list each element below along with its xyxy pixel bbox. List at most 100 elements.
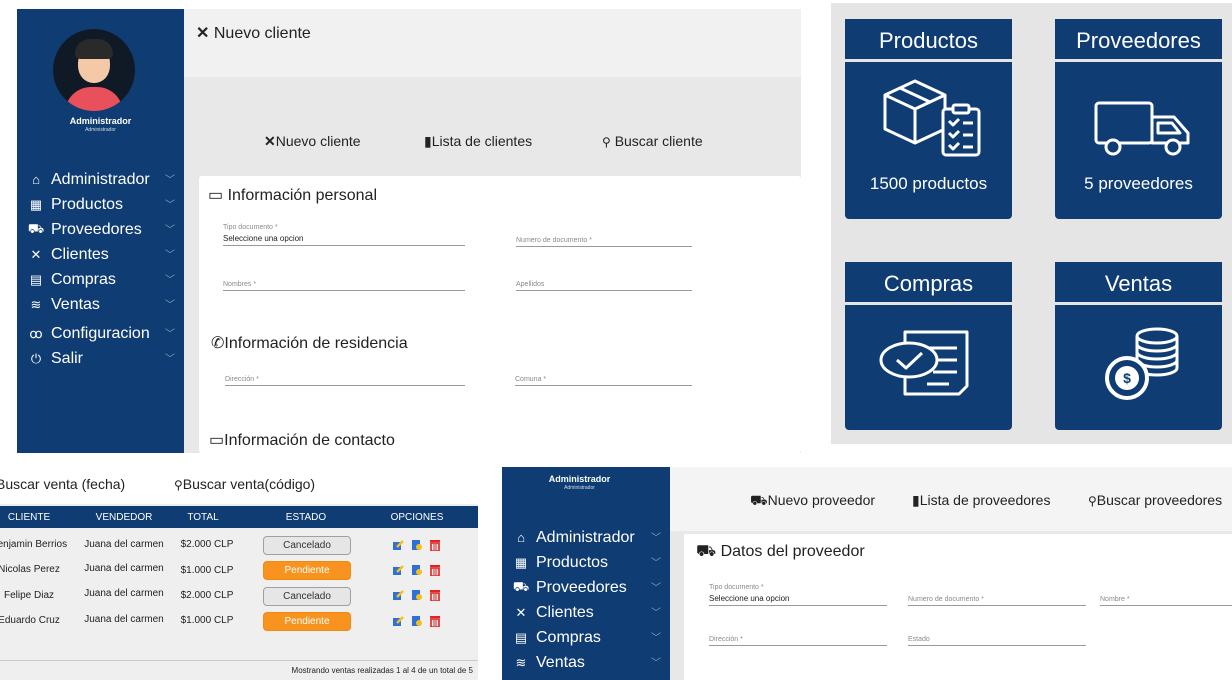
page-header: ⛟Nuevo proveedor ▮Lista de proveedores ⚲… (670, 467, 1232, 531)
view-icon[interactable] (411, 589, 423, 601)
sidebar-item-clientes[interactable]: ✕ Clientes ﹀ (502, 600, 670, 625)
client-tabs: ✕Nuevo cliente ▮Lista de clientes ⚲ Busc… (184, 133, 801, 153)
column-header: TOTAL (187, 512, 219, 523)
handshake-icon: ✕ (264, 133, 276, 149)
tile-ventas[interactable]: Ventas $ (1055, 262, 1222, 430)
tab-lista-clientes[interactable]: ▮Lista de clientes (424, 133, 532, 150)
tab-buscar-proveedores[interactable]: ⚲Buscar proveedores (1088, 492, 1222, 508)
view-icon[interactable] (411, 539, 423, 551)
cell-cliente: Benjamin Berrios (0, 539, 68, 550)
clipboard-icon: ▮ (912, 492, 920, 508)
search-by-date-button[interactable]: Buscar venta (fecha) (0, 476, 125, 492)
delete-icon[interactable] (429, 564, 441, 576)
doc-number-field[interactable]: Numero de documento * (516, 228, 692, 247)
names-field[interactable]: Nombres * (223, 272, 465, 291)
sidebar-item-proveedores[interactable]: ⛟ Proveedores ﹀ (17, 217, 184, 242)
search-by-code-button[interactable]: ⚲Buscar venta(código) (174, 476, 315, 492)
sidebar-item-label: Clientes (536, 603, 594, 621)
sales-search-bar: Buscar venta (fecha) ⚲Buscar venta(códig… (0, 466, 478, 504)
page-title: ✕ Nuevo cliente (196, 25, 311, 42)
client-form: ▭ Información personal Tipo documento * … (199, 176, 801, 453)
new-client-screen: Administrador Administrador ⌂ Administrad… (17, 9, 801, 453)
tile-title: Compras (845, 262, 1012, 305)
edit-icon[interactable] (392, 589, 404, 601)
sidebar-item-label: Productos (51, 195, 124, 213)
address-field[interactable]: Dirección * (709, 627, 887, 646)
delete-icon[interactable] (429, 615, 441, 627)
sidebar-item-label: Productos (536, 553, 609, 571)
tab-lista-proveedores[interactable]: ▮Lista de proveedores (912, 492, 1050, 509)
state-field[interactable]: Estado (908, 627, 1086, 646)
sidebar-item-productos[interactable]: ▦ Productos ﹀ (502, 550, 670, 575)
doc-number-field[interactable]: Numero de documento * (908, 587, 1086, 606)
sidebar-item-compras[interactable]: ▤ Compras ﹀ (502, 625, 670, 650)
clipboard-icon: ▮ (424, 133, 432, 149)
row-options (392, 615, 452, 629)
sidebar-menu: ⌂ Administrador ﹀ ▦ Productos ﹀ ⛟ Proveedores… (502, 525, 670, 675)
cart-icon: ▤ (29, 271, 43, 287)
chevron-down-icon: ﹀ (651, 558, 661, 569)
tile-productos[interactable]: Productos 1500 productos (845, 19, 1012, 219)
status-badge[interactable]: Pendiente (263, 612, 351, 631)
sidebar-item-label: Clientes (51, 245, 109, 263)
edit-icon[interactable] (392, 539, 404, 551)
tab-buscar-cliente[interactable]: ⚲ Buscar cliente (602, 133, 703, 149)
column-header: CLIENTE (7, 512, 51, 523)
sidebar-item-proveedores[interactable]: ⛟ Proveedores ﹀ (502, 575, 670, 600)
column-header: ESTADO (285, 512, 327, 523)
chevron-down-icon: ﹀ (651, 608, 661, 619)
table-row: Benjamin Berrios Juana del carmen $2.000… (0, 536, 478, 562)
section-title-supplier: ⛟ Datos del proveedor (696, 543, 865, 560)
lastnames-field[interactable]: Apellidos (516, 272, 692, 291)
sidebar-item-administrador[interactable]: ⌂ Administrador ﹀ (502, 525, 670, 550)
sidebar-item-configuracion[interactable]: ꝏ Configuracion ﹀ (17, 321, 184, 346)
status-badge[interactable]: Cancelado (263, 536, 351, 555)
row-options (392, 539, 452, 553)
cart-icon: ▤ (514, 629, 528, 645)
sidebar-item-ventas[interactable]: ≋ Ventas ﹀ (502, 650, 670, 675)
edit-icon[interactable] (392, 564, 404, 576)
box-icon: ▦ (514, 554, 528, 570)
chevron-down-icon: ﹀ (165, 175, 175, 186)
search-icon: ⚲ (1088, 494, 1097, 508)
delete-icon[interactable] (429, 539, 441, 551)
sidebar-item-administrador[interactable]: ⌂ Administrador ﹀ (17, 167, 184, 192)
tab-nuevo-proveedor[interactable]: ⛟Nuevo proveedor (750, 492, 875, 511)
name-field[interactable]: Nombre * (1100, 587, 1232, 606)
tile-compras[interactable]: Compras (845, 262, 1012, 430)
view-icon[interactable] (411, 615, 423, 627)
pagination-info: Mostrando ventas realizadas 1 al 4 de un… (291, 666, 473, 675)
sidebar: Administrador Administrador ⌂ Administrad… (502, 467, 670, 680)
cell-vendedor: Juana del carmen (84, 563, 164, 574)
sidebar-item-clientes[interactable]: ✕ Clientes ﹀ (17, 242, 184, 267)
sidebar-item-ventas[interactable]: ≋ Ventas ﹀ (17, 292, 184, 317)
column-header: VENDEDOR (95, 512, 153, 523)
tab-nuevo-cliente[interactable]: ✕Nuevo cliente (264, 133, 361, 150)
sidebar-item-compras[interactable]: ▤ Compras ﹀ (17, 267, 184, 292)
status-badge[interactable]: Cancelado (263, 587, 351, 606)
section-title-personal: ▭ Información personal (208, 187, 377, 204)
status-badge[interactable]: Pendiente (263, 561, 351, 580)
handshake-icon: ✕ (515, 604, 527, 620)
truck-icon: ⛟ (750, 492, 768, 508)
cell-cliente: Felipe Diaz (3, 590, 55, 601)
new-supplier-screen: Administrador Administrador ⌂ Administrad… (502, 467, 1232, 680)
edit-icon[interactable] (392, 615, 404, 627)
sidebar-item-salir[interactable]: ⏻ Salir ﹀ (17, 346, 184, 371)
table-footer: Mostrando ventas realizadas 1 al 4 de un… (0, 660, 478, 680)
doc-type-select[interactable]: Tipo documento * Seleccione una opcion (709, 584, 887, 606)
tile-subtitle: 1500 productos (869, 174, 988, 193)
doc-type-select[interactable]: Tipo documento * Seleccione una opcion (223, 224, 465, 246)
section-title-contact: ▭Información de contacto (209, 432, 395, 449)
user-name: Administrador (69, 116, 132, 126)
id-card-icon: ▭ (209, 432, 225, 449)
sidebar-item-label: Proveedores (536, 578, 627, 596)
commune-field[interactable]: Comuna * (515, 367, 692, 386)
sidebar-item-productos[interactable]: ▦ Productos ﹀ (17, 192, 184, 217)
tile-proveedores[interactable]: Proveedores 5 proveedores (1055, 19, 1222, 219)
truck-icon: ⛟ (696, 543, 717, 560)
handshake-icon: ✕ (30, 246, 42, 262)
address-field[interactable]: Dirección * (225, 367, 465, 386)
view-icon[interactable] (411, 564, 423, 576)
delete-icon[interactable] (429, 589, 441, 601)
